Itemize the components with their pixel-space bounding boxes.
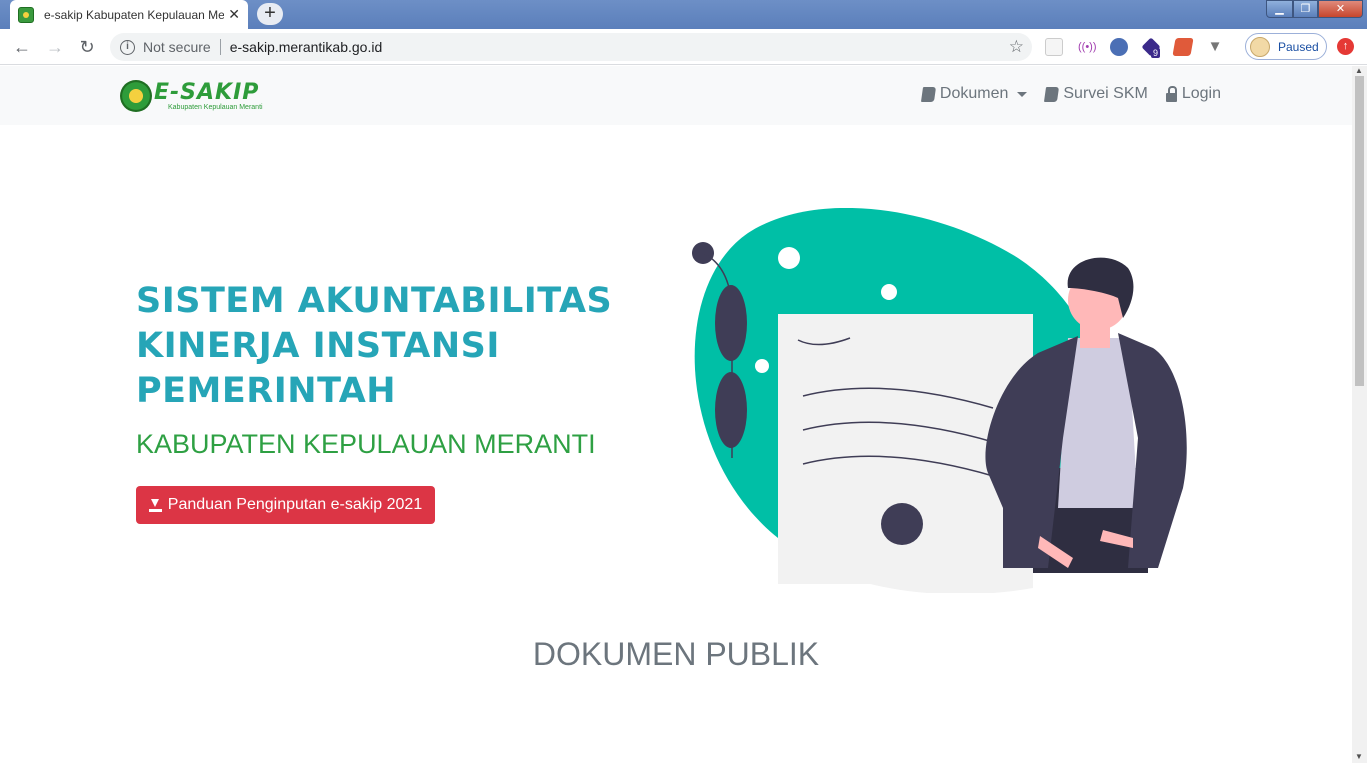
info-icon[interactable]: i (120, 39, 135, 55)
window-controls: ▁ ❐ ✕ (1266, 0, 1363, 18)
back-arrow-icon[interactable]: ← (12, 37, 32, 57)
hero-subtitle: KABUPATEN KEPULAUAN MERANTI (136, 429, 596, 459)
nav-survei-label: Survei SKM (1063, 85, 1148, 102)
update-icon[interactable]: ↑ (1337, 38, 1354, 55)
forward-arrow-icon[interactable]: → (45, 37, 65, 57)
hero-title-line-3: PEMERINTAH (136, 371, 397, 411)
hero-illustration (692, 208, 1187, 593)
hero-title: SISTEM AKUNTABILITAS KINERJA INSTANSI PE… (136, 279, 656, 414)
extension-circle-icon[interactable] (1110, 38, 1128, 56)
extension-badge: 9 (1151, 48, 1161, 58)
dark-dot (881, 503, 923, 545)
section-title: DOKUMEN PUBLIK (532, 636, 820, 672)
url-text[interactable]: e-sakip.merantikab.go.id (230, 39, 383, 55)
regency-emblem-icon (120, 80, 152, 112)
caret-down-icon (1017, 91, 1028, 97)
tab-close-icon[interactable]: ✕ (228, 6, 240, 23)
profile-button[interactable]: Paused (1245, 33, 1327, 60)
page-content: E-SAKIP Kabupaten Kepulauan Meranti Doku… (0, 66, 1352, 763)
nav-dokumen[interactable]: Dokumen (920, 85, 1028, 103)
scrollbar-thumb[interactable] (1355, 76, 1364, 386)
lock-icon (1165, 85, 1177, 102)
security-label: Not secure (143, 39, 211, 55)
site-favicon-icon (18, 6, 34, 23)
tab-title: e-sakip Kabupaten Kepulauan Meranti (44, 7, 224, 22)
book-icon (920, 86, 936, 102)
browser-toolbar: ← → ↻ i Not secure e-sakip.merantikab.go… (0, 29, 1367, 65)
browser-tab[interactable]: e-sakip Kabupaten Kepulauan Meranti ✕ (10, 0, 248, 29)
site-logo[interactable]: E-SAKIP Kabupaten Kepulauan Meranti (120, 79, 263, 113)
extension-broadcast-icon[interactable]: ((•)) (1078, 38, 1097, 56)
book-icon (1044, 86, 1060, 102)
nav-dokumen-label: Dokumen (939, 85, 1009, 102)
minimize-button[interactable]: ▁ (1266, 0, 1293, 18)
maximize-button[interactable]: ❐ (1293, 0, 1318, 18)
profile-status: Paused (1278, 39, 1319, 54)
nav-login-label: Login (1181, 85, 1221, 102)
scroll-up-icon[interactable]: ▲ (1355, 66, 1363, 75)
extension-grid-icon[interactable] (1045, 38, 1063, 56)
nav-login[interactable]: Login (1165, 85, 1221, 103)
extension-v-icon[interactable]: ▼ (1206, 38, 1224, 56)
scroll-down-icon[interactable]: ▼ (1355, 752, 1363, 761)
logo-subtitle: Kabupaten Kepulauan Meranti (168, 103, 263, 111)
site-navbar: E-SAKIP Kabupaten Kepulauan Meranti Doku… (0, 66, 1352, 125)
nav-links: Dokumen Survei SKM Login (920, 85, 1221, 103)
extension-red-icon[interactable] (1172, 38, 1194, 56)
hero-title-line-1: SISTEM AKUNTABILITAS (136, 281, 613, 321)
new-tab-button[interactable]: + (257, 3, 283, 25)
close-window-button[interactable]: ✕ (1318, 0, 1363, 18)
hero-title-line-2: KINERJA INSTANSI (136, 326, 500, 366)
page-scrollbar[interactable]: ▲ ▼ (1352, 66, 1367, 763)
download-icon (148, 498, 162, 512)
avatar (1250, 36, 1270, 57)
logo-title: E-SAKIP (154, 79, 260, 105)
browser-tabbar: e-sakip Kabupaten Kepulauan Meranti ✕ + … (0, 0, 1367, 29)
download-guide-button[interactable]: Panduan Penginputan e-sakip 2021 (136, 486, 435, 524)
nav-survei[interactable]: Survei SKM (1044, 85, 1148, 103)
reload-icon[interactable]: ↻ (77, 37, 97, 57)
address-bar[interactable]: i Not secure e-sakip.merantikab.go.id ☆ (110, 33, 1032, 61)
omnibox-divider (219, 39, 221, 55)
bookmark-star-icon[interactable]: ☆ (1009, 37, 1024, 57)
download-guide-label: Panduan Penginputan e-sakip 2021 (167, 496, 423, 513)
